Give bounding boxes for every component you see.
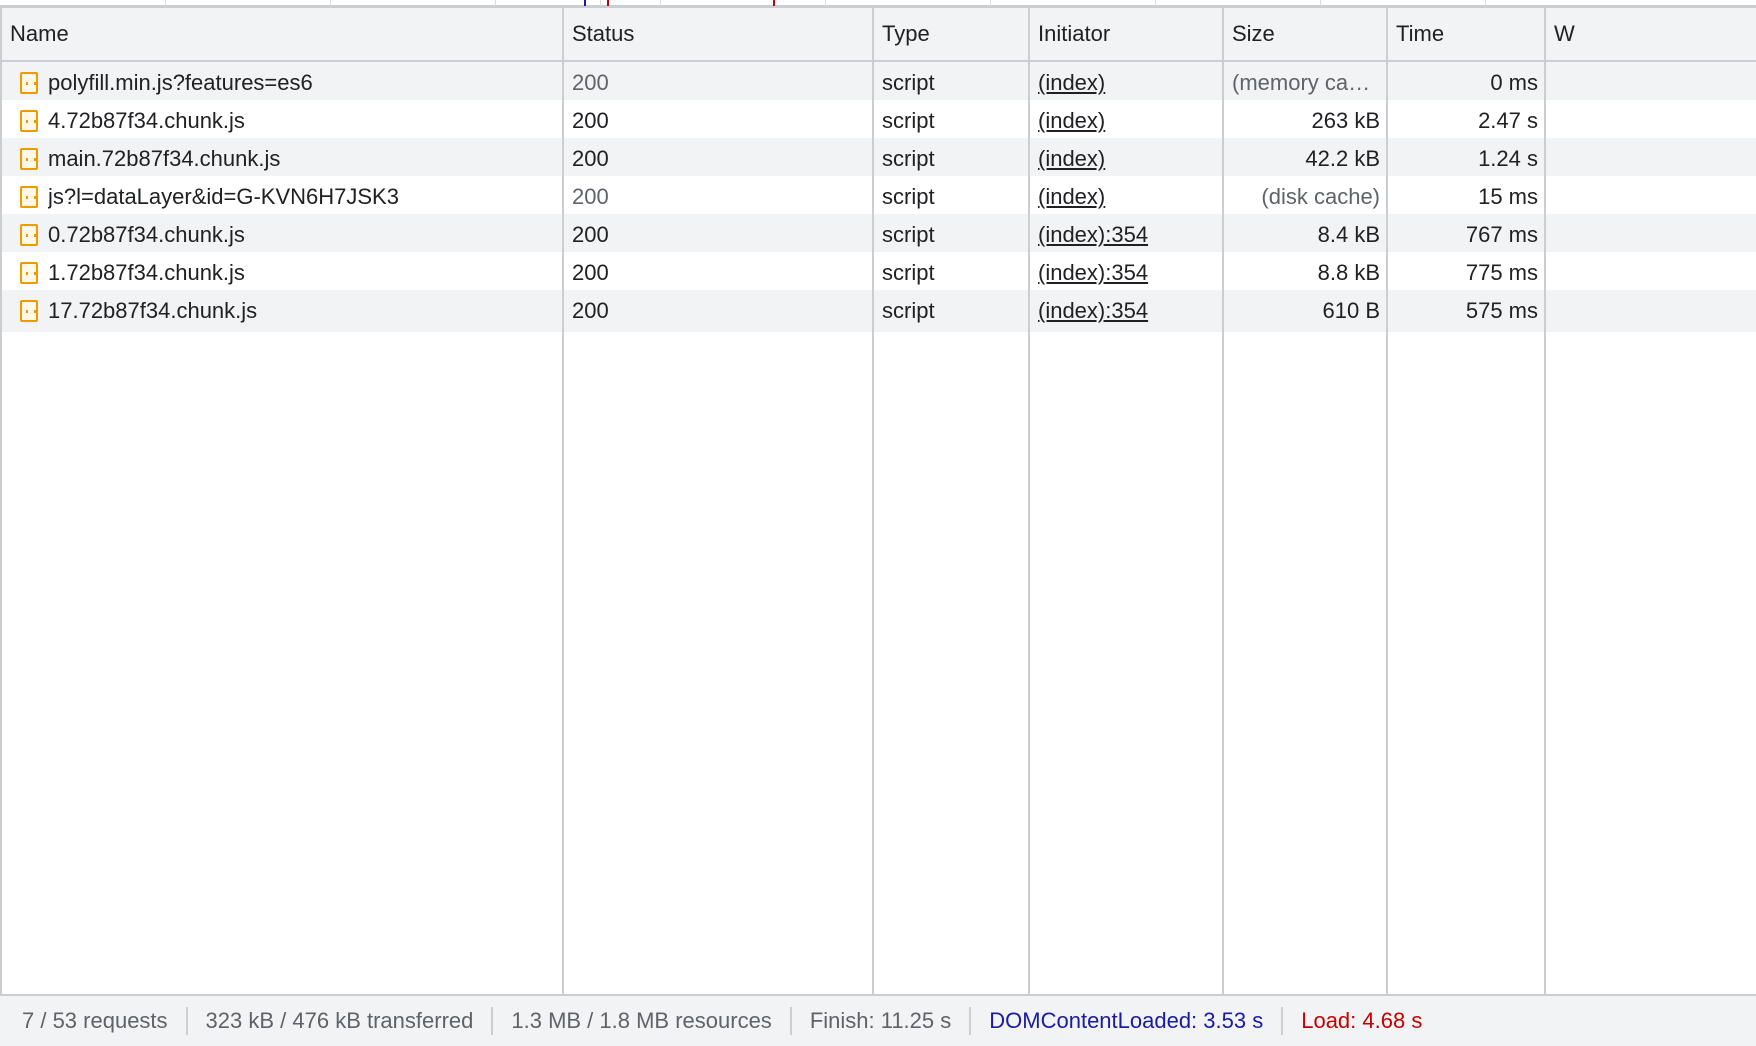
overview-grid-tick xyxy=(660,0,661,6)
request-name[interactable]: 4.72b87f34.chunk.js xyxy=(48,100,558,142)
request-type: script xyxy=(882,146,935,171)
column-resize-handle[interactable] xyxy=(1222,8,1224,994)
network-request-table: Name Status Type Initiator Size Time W p… xyxy=(0,8,1756,994)
request-status: 200 xyxy=(572,108,609,133)
overview-load-marker xyxy=(773,0,775,6)
request-type: script xyxy=(882,298,935,323)
column-resize-handle[interactable] xyxy=(562,8,564,994)
overview-grid-tick xyxy=(165,0,166,6)
script-file-icon xyxy=(20,72,38,94)
overview-grid-tick xyxy=(990,0,991,6)
request-status: 200 xyxy=(572,260,609,285)
request-size: 610 B xyxy=(1322,298,1381,323)
overview-load-marker xyxy=(607,0,609,6)
table-header: Name Status Type Initiator Size Time W xyxy=(2,8,1756,62)
table-row[interactable]: 1.72b87f34.chunk.js 200 script (index):3… xyxy=(2,252,1756,294)
overview-grid-tick xyxy=(330,0,331,6)
overview-grid-tick xyxy=(600,0,601,6)
request-name[interactable]: 1.72b87f34.chunk.js xyxy=(48,252,558,294)
requests-count: 7 / 53 requests xyxy=(4,1007,188,1035)
request-initiator-link[interactable]: (index):354 xyxy=(1038,252,1220,294)
column-resize-handle[interactable] xyxy=(1386,8,1388,994)
request-name[interactable]: main.72b87f34.chunk.js xyxy=(48,138,558,180)
request-time: 2.47 s xyxy=(1478,108,1538,133)
overview-grid-tick xyxy=(825,0,826,6)
request-size: 8.4 kB xyxy=(1317,222,1380,247)
transferred-size: 323 kB / 476 kB transferred xyxy=(188,1007,494,1035)
request-type: script xyxy=(882,222,935,247)
table-row[interactable]: polyfill.min.js?features=es6 200 script … xyxy=(2,62,1756,104)
column-header-type[interactable]: Type xyxy=(874,8,1030,60)
request-initiator-link[interactable]: (index):354 xyxy=(1038,214,1220,256)
request-type: script xyxy=(882,260,935,285)
request-size: 8.8 kB xyxy=(1317,260,1380,285)
request-type: script xyxy=(882,184,935,209)
column-resize-handle[interactable] xyxy=(1544,8,1546,994)
request-size: (memory cac… xyxy=(1232,70,1380,95)
request-name[interactable]: 17.72b87f34.chunk.js xyxy=(48,290,558,332)
column-header-size[interactable]: Size xyxy=(1224,8,1388,60)
table-row[interactable]: 17.72b87f34.chunk.js 200 script (index):… xyxy=(2,290,1756,332)
request-size: 263 kB xyxy=(1311,108,1381,133)
request-initiator-link[interactable]: (index) xyxy=(1038,138,1220,180)
request-time: 0 ms xyxy=(1490,70,1538,95)
script-file-icon xyxy=(20,110,38,132)
network-summary-bar: 7 / 53 requests 323 kB / 476 kB transfer… xyxy=(0,994,1756,1046)
request-name[interactable]: polyfill.min.js?features=es6 xyxy=(48,62,558,104)
script-file-icon xyxy=(20,148,38,170)
table-row[interactable]: 4.72b87f34.chunk.js 200 script (index) 2… xyxy=(2,100,1756,142)
request-name[interactable]: 0.72b87f34.chunk.js xyxy=(48,214,558,256)
request-time: 1.24 s xyxy=(1478,146,1538,171)
request-initiator-link[interactable]: (index) xyxy=(1038,62,1220,104)
request-time: 775 ms xyxy=(1465,260,1538,285)
request-type: script xyxy=(882,108,935,133)
request-size: 42.2 kB xyxy=(1305,146,1380,171)
request-status: 200 xyxy=(572,184,609,209)
column-header-initiator[interactable]: Initiator xyxy=(1030,8,1224,60)
request-status: 200 xyxy=(572,146,609,171)
request-type: script xyxy=(882,70,935,95)
column-header-status[interactable]: Status xyxy=(564,8,874,60)
script-file-icon xyxy=(20,186,38,208)
column-resize-handle[interactable] xyxy=(1028,8,1030,994)
domcontentloaded-time: DOMContentLoaded: 3.53 s xyxy=(971,1007,1284,1035)
overview-grid-tick xyxy=(495,0,496,6)
request-name[interactable]: js?l=dataLayer&id=G-KVN6H7JSK3 xyxy=(48,176,558,218)
request-time: 575 ms xyxy=(1465,298,1538,323)
request-status: 200 xyxy=(572,70,609,95)
column-resize-handle[interactable] xyxy=(872,8,874,994)
resources-size: 1.3 MB / 1.8 MB resources xyxy=(493,1007,792,1035)
request-status: 200 xyxy=(572,298,609,323)
script-file-icon xyxy=(20,300,38,322)
request-time: 767 ms xyxy=(1465,222,1538,247)
table-row[interactable]: main.72b87f34.chunk.js 200 script (index… xyxy=(2,138,1756,180)
overview-grid-tick xyxy=(1485,0,1486,6)
script-file-icon xyxy=(20,224,38,246)
column-header-name[interactable]: Name xyxy=(2,8,562,60)
finish-time: Finish: 11.25 s xyxy=(792,1007,972,1035)
overview-grid-tick xyxy=(1320,0,1321,6)
request-time: 15 ms xyxy=(1478,184,1538,209)
overview-grid-tick xyxy=(1155,0,1156,6)
table-row[interactable]: 0.72b87f34.chunk.js 200 script (index):3… xyxy=(2,214,1756,256)
request-size: (disk cache) xyxy=(1261,184,1380,209)
column-header-waterfall[interactable]: W xyxy=(1546,8,1576,60)
load-time: Load: 4.68 s xyxy=(1301,1008,1423,1033)
network-overview-timeline[interactable] xyxy=(0,0,1756,8)
table-row[interactable]: js?l=dataLayer&id=G-KVN6H7JSK3 200 scrip… xyxy=(2,176,1756,218)
request-initiator-link[interactable]: (index) xyxy=(1038,100,1220,142)
column-header-time[interactable]: Time xyxy=(1388,8,1546,60)
request-initiator-link[interactable]: (index) xyxy=(1038,176,1220,218)
request-initiator-link[interactable]: (index):354 xyxy=(1038,290,1220,332)
overview-domcontentloaded-marker xyxy=(584,0,586,6)
script-file-icon xyxy=(20,262,38,284)
request-status: 200 xyxy=(572,222,609,247)
